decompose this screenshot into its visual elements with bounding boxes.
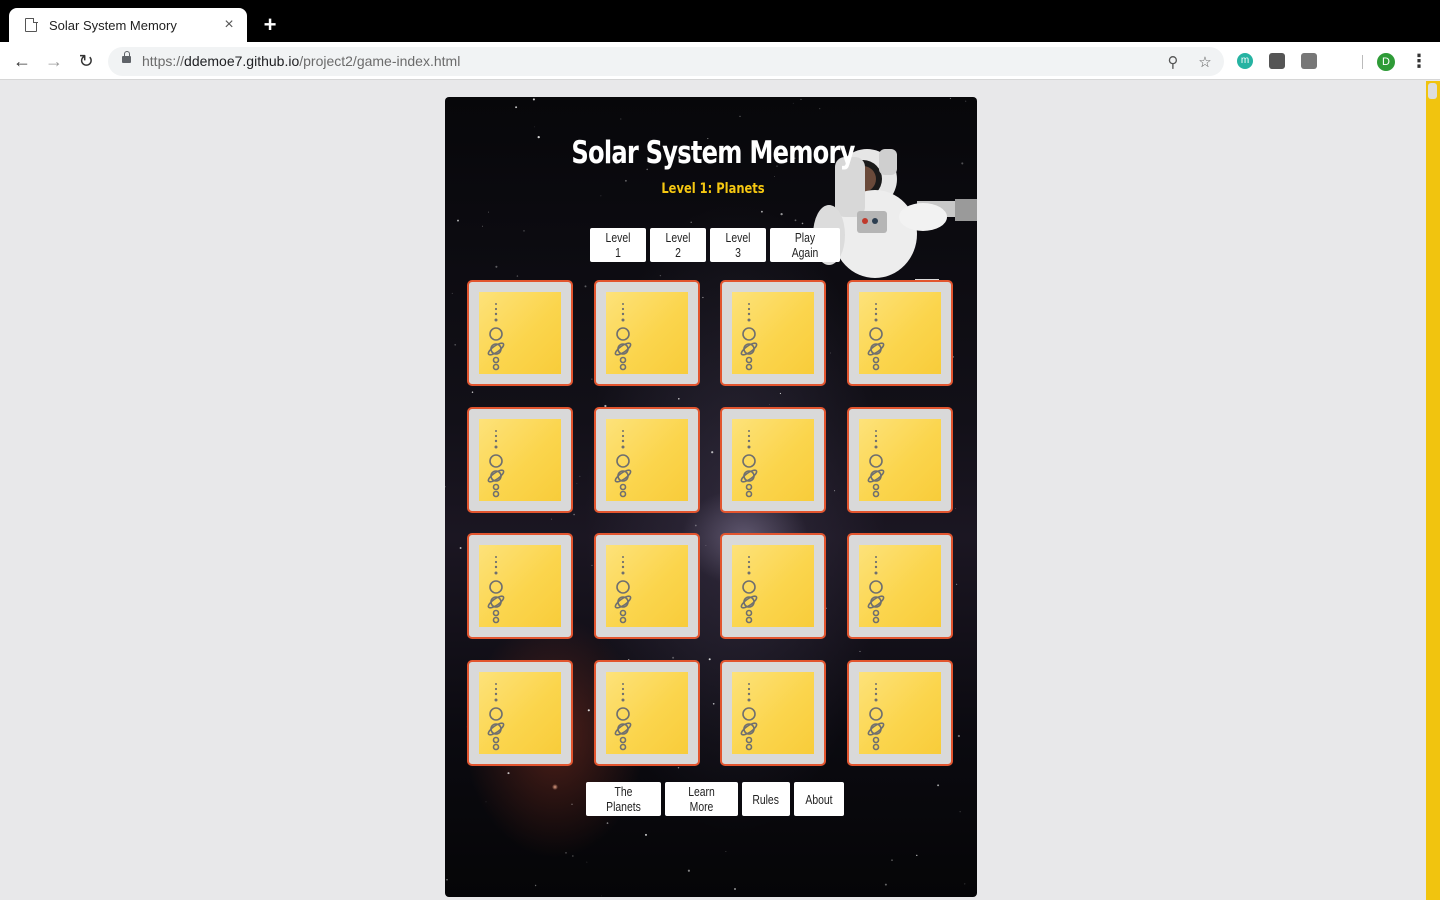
solar-system-icon <box>740 556 758 624</box>
memory-card-grid <box>467 280 953 766</box>
solar-system-icon <box>487 429 505 497</box>
memory-card[interactable] <box>593 280 700 386</box>
card-back-face <box>605 671 688 754</box>
forward-arrow-icon[interactable]: → <box>42 50 66 72</box>
solar-system-icon <box>740 682 758 750</box>
card-back-face <box>479 545 561 627</box>
memory-card[interactable] <box>720 280 826 386</box>
level-button-row: Level 1 Level 2 Level 3 Play Again <box>590 228 840 262</box>
solar-system-icon <box>740 429 758 497</box>
card-back-face <box>479 671 561 754</box>
play-again-button[interactable]: Play Again <box>770 228 840 262</box>
url-path: /project2/game-index.html <box>299 53 461 69</box>
rules-button[interactable]: Rules <box>742 782 790 816</box>
card-back-face <box>732 545 814 627</box>
memory-card[interactable] <box>467 406 573 513</box>
tab-title: Solar System Memory <box>49 17 177 33</box>
solar-system-icon <box>614 682 631 750</box>
card-back-face <box>479 418 561 501</box>
memory-card[interactable] <box>467 280 573 386</box>
card-back-face <box>479 292 561 374</box>
card-back-face <box>605 292 688 374</box>
card-back-face <box>732 671 814 754</box>
extension-m-icon[interactable]: m <box>1237 53 1253 69</box>
memory-card[interactable] <box>593 533 700 639</box>
url-scheme: https:// <box>142 53 185 69</box>
level-1-button[interactable]: Level 1 <box>590 228 646 262</box>
footer-button-row: The Planets Learn More Rules About <box>586 782 844 816</box>
solar-system-icon <box>487 303 505 371</box>
browser-toolbar: ← → ↻ https://ddemoe7.github.io/project2… <box>0 42 1440 80</box>
card-back-face <box>858 671 941 754</box>
solar-system-icon <box>867 303 884 371</box>
profile-avatar[interactable]: D <box>1377 53 1395 71</box>
the-planets-button[interactable]: The Planets <box>586 782 661 816</box>
page-scrollbar[interactable] <box>1426 81 1440 900</box>
memory-card[interactable] <box>846 659 953 766</box>
extension-bulb-icon[interactable] <box>1269 53 1285 69</box>
memory-card[interactable] <box>846 406 953 513</box>
card-back-face <box>732 292 814 374</box>
bookmark-star-icon[interactable]: ☆ <box>1196 53 1214 71</box>
scrollbar-thumb[interactable] <box>1428 83 1437 99</box>
memory-card[interactable] <box>846 533 953 639</box>
solar-system-icon <box>614 556 631 624</box>
browser-tab-strip: Solar System Memory × + <box>0 0 1440 42</box>
memory-card[interactable] <box>846 280 953 386</box>
learn-more-button[interactable]: Learn More <box>665 782 738 816</box>
page-viewport: Solar System Memory Level 1: Planets Lev… <box>0 81 1426 900</box>
toolbar-divider <box>1362 55 1363 69</box>
zoom-icon[interactable]: ⚲ <box>1164 53 1182 71</box>
memory-card[interactable] <box>467 659 573 766</box>
new-tab-button[interactable]: + <box>258 12 282 38</box>
address-bar[interactable]: https://ddemoe7.github.io/project2/game-… <box>108 47 1224 76</box>
browser-tab[interactable]: Solar System Memory × <box>9 8 247 42</box>
solar-system-icon <box>867 682 884 750</box>
memory-card[interactable] <box>593 406 700 513</box>
card-back-face <box>858 292 941 374</box>
solar-system-icon <box>867 429 884 497</box>
back-arrow-icon[interactable]: ← <box>10 50 34 72</box>
card-back-face <box>605 545 688 627</box>
level-subtitle: Level 1: Planets <box>661 181 765 197</box>
card-back-face <box>732 418 814 501</box>
solar-system-icon <box>614 429 631 497</box>
url-host: ddemoe7.github.io <box>184 53 300 69</box>
solar-system-icon <box>867 556 884 624</box>
browser-menu-icon[interactable]: ⋮ <box>1410 51 1428 71</box>
about-button[interactable]: About <box>794 782 844 816</box>
lock-icon[interactable] <box>122 51 131 63</box>
game-title: Solar System Memory <box>571 135 855 171</box>
memory-card[interactable] <box>467 533 573 639</box>
card-back-face <box>858 545 941 627</box>
page-icon <box>25 17 38 32</box>
memory-card[interactable] <box>720 406 826 513</box>
solar-system-icon <box>614 303 631 371</box>
solar-system-icon <box>740 303 758 371</box>
solar-system-icon <box>487 682 505 750</box>
memory-card[interactable] <box>720 659 826 766</box>
card-back-face <box>605 418 688 501</box>
extension-camera-icon[interactable] <box>1301 53 1317 69</box>
url-text[interactable]: https://ddemoe7.github.io/project2/game-… <box>142 53 460 69</box>
card-back-face <box>858 418 941 501</box>
close-tab-icon[interactable]: × <box>221 17 237 33</box>
memory-card[interactable] <box>720 533 826 639</box>
game-container: Solar System Memory Level 1: Planets Lev… <box>445 97 977 897</box>
memory-card[interactable] <box>593 659 700 766</box>
level-2-button[interactable]: Level 2 <box>650 228 706 262</box>
level-3-button[interactable]: Level 3 <box>710 228 766 262</box>
solar-system-icon <box>487 556 505 624</box>
reload-icon[interactable]: ↻ <box>74 50 98 72</box>
